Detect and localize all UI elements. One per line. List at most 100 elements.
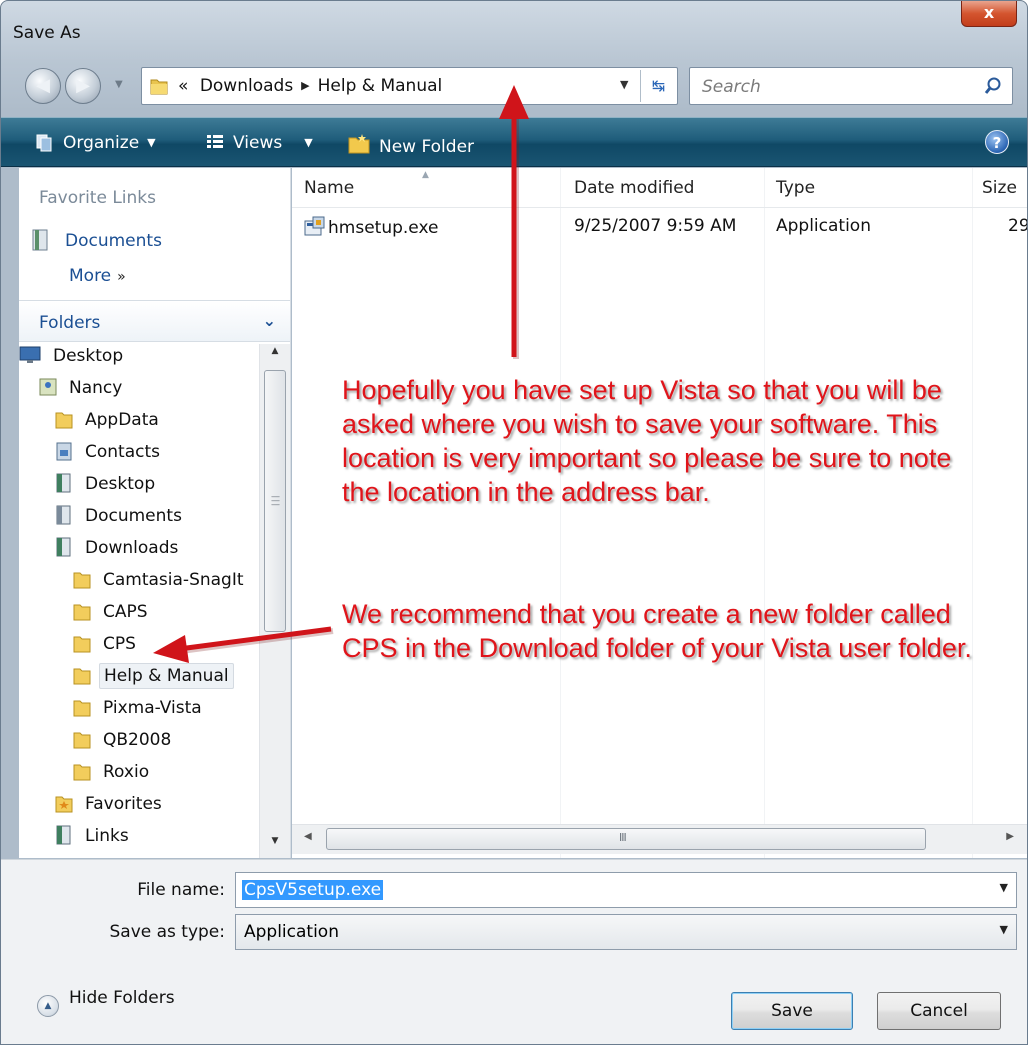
column-divider: [972, 168, 973, 858]
tree-item-label: Help & Manual: [99, 663, 234, 689]
dialog-title: Save As: [13, 23, 81, 43]
save-button[interactable]: Save: [731, 992, 853, 1030]
column-name[interactable]: Name: [304, 178, 354, 198]
tree-item-label: Documents: [85, 506, 182, 526]
breadcrumb-separator-icon[interactable]: ▶: [293, 79, 317, 92]
tree-item-nancy[interactable]: Nancy: [39, 376, 126, 406]
search-box[interactable]: Search: [689, 67, 1013, 105]
installer-icon: [304, 216, 325, 236]
help-button[interactable]: ?: [985, 130, 1009, 154]
close-button[interactable]: x: [961, 1, 1017, 27]
tree-item-pixma-vista[interactable]: Pixma-Vista: [73, 696, 206, 726]
organize-menu[interactable]: Organize ▼: [35, 132, 156, 153]
column-divider: [560, 168, 561, 858]
documents-icon: [32, 229, 48, 251]
address-dropdown-icon[interactable]: ▼: [620, 78, 628, 91]
chevron-down-icon[interactable]: ▼: [1000, 923, 1008, 936]
file-list: ▲ Name Date modified Type Size hmsetup.e…: [292, 168, 1028, 858]
refresh-button[interactable]: ↹: [640, 70, 676, 102]
file-size: 29: [1008, 216, 1028, 236]
folder-tree: Desktop Nancy AppData Contacts Desktop D…: [19, 344, 259, 858]
file-name-input[interactable]: CpsV5setup.exe ▼: [235, 872, 1017, 908]
cancel-button[interactable]: Cancel: [877, 992, 1001, 1030]
new-folder-button[interactable]: New Folder: [347, 132, 474, 157]
new-folder-icon: [348, 134, 370, 154]
breadcrumb-help-manual[interactable]: Help & Manual: [318, 76, 443, 96]
folder-icon: [150, 79, 168, 95]
folder-icon: [73, 668, 91, 685]
scroll-down-icon[interactable]: ▼: [260, 836, 290, 856]
tree-item-cps[interactable]: CPS: [73, 632, 140, 662]
folder-tree-scrollbar[interactable]: ▲ — — — ▼: [259, 344, 290, 858]
tree-item-appdata[interactable]: AppData: [55, 408, 163, 438]
tree-item-help-manual[interactable]: Help & Manual: [73, 663, 234, 694]
column-type[interactable]: Type: [776, 178, 815, 198]
tree-item-camtasia-snagit[interactable]: Camtasia-SnagIt: [73, 568, 248, 598]
breadcrumb-downloads[interactable]: Downloads: [200, 76, 293, 96]
views-menu[interactable]: Views ▼: [205, 132, 313, 153]
tree-item-caps[interactable]: CAPS: [73, 600, 152, 630]
save-as-type-value: Application: [244, 922, 339, 942]
tree-item-links[interactable]: Links: [55, 824, 133, 854]
save-as-type-select[interactable]: Application ▼: [235, 914, 1017, 950]
views-icon: [207, 135, 223, 148]
tree-item-label: Favorites: [85, 794, 162, 814]
organize-icon: [36, 134, 52, 152]
column-divider: [764, 168, 765, 858]
scrollbar-thumb[interactable]: — — —: [264, 370, 286, 632]
tree-item-qb2008[interactable]: QB2008: [73, 728, 175, 758]
column-date-modified[interactable]: Date modified: [574, 178, 694, 198]
contacts-icon: [56, 442, 72, 461]
save-as-dialog: Save As x ◀ ▶ ▼ « Downloads ▶ Help & Manua…: [0, 0, 1028, 1045]
tree-item-favorites[interactable]: Favorites: [55, 792, 166, 822]
tree-item-label: Camtasia-SnagIt: [103, 570, 244, 590]
file-list-horizontal-scrollbar[interactable]: ◀ III ▶: [292, 824, 1027, 854]
chevron-down-icon: ⌄: [262, 311, 276, 330]
forward-arrow-icon: ▶: [76, 75, 90, 96]
save-as-type-label: Save as type:: [109, 922, 225, 942]
search-icon[interactable]: [984, 76, 1002, 96]
library-folder-icon: [56, 825, 71, 845]
scrollbar-thumb[interactable]: III: [326, 828, 926, 850]
folders-header-bar[interactable]: Folders ⌄: [19, 300, 290, 342]
tree-item-roxio[interactable]: Roxio: [73, 760, 153, 790]
recent-pages-dropdown[interactable]: ▼: [115, 79, 123, 90]
folder-icon: [73, 604, 91, 621]
scroll-right-icon[interactable]: ▶: [1006, 831, 1014, 842]
library-folder-icon: [56, 473, 71, 493]
favorite-link-documents[interactable]: Documents: [31, 228, 162, 252]
back-button[interactable]: ◀: [25, 68, 61, 104]
tree-item-label: Roxio: [103, 762, 150, 782]
tree-item-label: Desktop: [53, 346, 124, 366]
tree-item-label: QB2008: [103, 730, 172, 750]
tree-item-contacts[interactable]: Contacts: [55, 440, 164, 470]
more-label: More: [69, 266, 112, 286]
chevron-down-icon[interactable]: ▼: [1000, 881, 1008, 894]
tree-item-desktop-folder[interactable]: Desktop: [55, 472, 159, 502]
hide-folders-button[interactable]: ▲ Hide Folders: [37, 988, 175, 1017]
tree-item-desktop[interactable]: Desktop: [19, 344, 127, 374]
more-links[interactable]: More »: [69, 266, 126, 286]
address-bar[interactable]: « Downloads ▶ Help & Manual ▼ ↹: [141, 67, 678, 105]
double-chevron-icon: »: [117, 269, 126, 285]
tree-item-label: Links: [85, 826, 129, 846]
search-placeholder: Search: [702, 77, 761, 97]
scroll-up-icon[interactable]: ▲: [260, 346, 290, 366]
tree-item-label: Pixma-Vista: [103, 698, 202, 718]
breadcrumb-overflow[interactable]: «: [178, 76, 194, 96]
sort-ascending-icon: ▲: [422, 170, 429, 180]
title-bar: Save As x: [1, 1, 1027, 55]
file-name: hmsetup.exe: [328, 218, 439, 238]
tree-item-label: Downloads: [85, 538, 179, 558]
tree-item-documents[interactable]: Documents: [55, 504, 186, 534]
folder-icon: [73, 764, 91, 781]
column-size[interactable]: Size: [982, 178, 1017, 198]
file-row[interactable]: hmsetup.exe 9/25/2007 9:59 AM Applicatio…: [292, 212, 1028, 242]
tree-item-downloads[interactable]: Downloads: [55, 536, 182, 566]
scroll-left-icon[interactable]: ◀: [304, 831, 312, 842]
forward-button[interactable]: ▶: [65, 68, 101, 104]
navigation-bar: ◀ ▶ ▼ « Downloads ▶ Help & Manual ▼ ↹ Sear…: [1, 63, 1027, 109]
collapse-up-icon: ▲: [37, 995, 59, 1017]
favorites-icon: [55, 796, 73, 813]
tree-item-label: CAPS: [103, 602, 148, 622]
